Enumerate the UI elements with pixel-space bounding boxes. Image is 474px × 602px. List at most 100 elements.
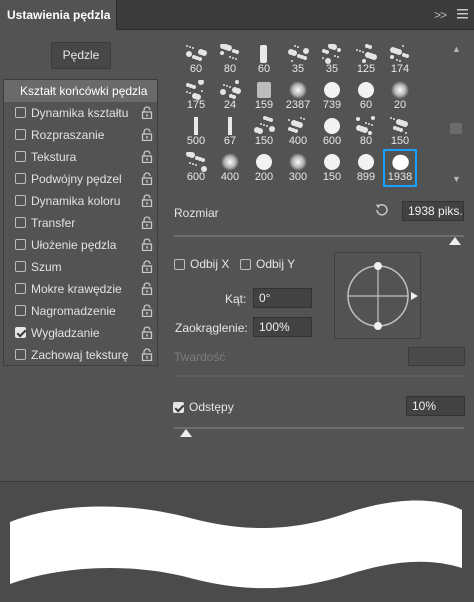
hardness-slider-track <box>174 375 464 377</box>
brush-size-label: 60 <box>257 63 271 75</box>
option-checkbox[interactable] <box>15 107 26 118</box>
option-checkbox[interactable] <box>15 151 26 162</box>
lock-icon[interactable] <box>141 172 153 185</box>
scroll-thumb[interactable] <box>450 123 462 134</box>
option-item[interactable]: Podwójny pędzel <box>4 168 157 190</box>
flip-y-checkbox[interactable] <box>240 259 251 270</box>
brush-preset[interactable]: 1938 <box>383 149 417 187</box>
option-checkbox[interactable] <box>15 283 26 294</box>
spacing-checkbox[interactable] <box>173 402 184 413</box>
brush-preset[interactable]: 2387 <box>282 78 314 114</box>
brush-preset[interactable]: 150 <box>316 150 348 186</box>
option-item[interactable]: Zachowaj teksturę <box>4 344 157 366</box>
brushes-button[interactable]: Pędzle <box>51 42 111 69</box>
option-checkbox[interactable] <box>15 305 26 316</box>
brush-preset[interactable]: 35 <box>316 42 348 78</box>
option-item[interactable]: Nagromadzenie <box>4 300 157 322</box>
option-item[interactable]: Transfer <box>4 212 157 234</box>
option-brush-tip-shape[interactable]: Kształt końcówki pędzla <box>4 80 157 102</box>
size-slider-handle[interactable] <box>449 237 462 245</box>
brush-preset[interactable]: 60 <box>180 42 212 78</box>
option-item[interactable]: Tekstura <box>4 146 157 168</box>
brush-tip-icon <box>251 116 277 136</box>
roundness-label: Zaokrąglenie: <box>175 321 248 335</box>
option-item[interactable]: Wygładzanie <box>4 322 157 344</box>
flip-x-checkbox[interactable] <box>174 259 185 270</box>
brush-preset[interactable]: 400 <box>282 114 314 150</box>
brush-preset[interactable]: 899 <box>350 150 382 186</box>
option-item[interactable]: Ułożenie pędzla <box>4 234 157 256</box>
brush-preset[interactable]: 500 <box>180 114 212 150</box>
brush-preset[interactable]: 67 <box>214 114 246 150</box>
brush-preset[interactable]: 600 <box>316 114 348 150</box>
lock-icon[interactable] <box>141 128 153 141</box>
lock-icon[interactable] <box>141 348 153 361</box>
size-slider-track[interactable] <box>174 235 464 237</box>
lock-icon[interactable] <box>141 194 153 207</box>
brush-preset[interactable]: 35 <box>282 42 314 78</box>
brush-preset[interactable]: 60 <box>248 42 280 78</box>
angle-roundness-widget[interactable] <box>334 252 421 339</box>
spacing-slider-handle[interactable] <box>179 429 192 437</box>
lock-icon[interactable] <box>141 150 153 163</box>
brush-preset[interactable]: 80 <box>350 114 382 150</box>
roundness-field[interactable]: 100% <box>253 317 312 337</box>
brush-preset[interactable]: 175 <box>180 78 212 114</box>
tab-brush-settings[interactable]: Ustawienia pędzla <box>0 0 117 30</box>
option-item[interactable]: Rozpraszanie <box>4 124 157 146</box>
lock-icon[interactable] <box>141 326 153 339</box>
brush-preset[interactable]: 400 <box>214 150 246 186</box>
scroll-up-icon[interactable]: ▲ <box>452 44 461 54</box>
reset-size-icon[interactable] <box>373 201 391 219</box>
option-checkbox[interactable] <box>15 173 26 184</box>
brush-size-label: 80 <box>359 135 373 147</box>
brush-size-label: 24 <box>223 99 237 111</box>
brush-preset[interactable]: 24 <box>214 78 246 114</box>
size-field[interactable]: 1938 piks. <box>402 201 464 221</box>
brush-tip-icon <box>387 44 413 64</box>
lock-icon[interactable] <box>141 282 153 295</box>
option-item[interactable]: Dynamika kształtu <box>4 102 157 124</box>
panel-menu-icon[interactable] <box>457 8 468 22</box>
angle-field[interactable]: 0° <box>253 288 312 308</box>
brush-size-label: 500 <box>186 135 206 147</box>
brush-size-label: 150 <box>322 171 342 183</box>
lock-icon[interactable] <box>141 238 153 251</box>
lock-icon[interactable] <box>141 260 153 273</box>
lock-icon[interactable] <box>141 106 153 119</box>
brush-tip-icon <box>251 152 277 172</box>
brush-preset[interactable]: 174 <box>384 42 416 78</box>
collapse-panel-icon[interactable]: >> <box>434 8 447 22</box>
option-label: Nagromadzenie <box>31 304 116 318</box>
option-checkbox[interactable] <box>15 129 26 140</box>
option-checkbox[interactable] <box>15 349 26 360</box>
lock-icon[interactable] <box>141 304 153 317</box>
option-item[interactable]: Dynamika koloru <box>4 190 157 212</box>
brush-preset[interactable]: 80 <box>214 42 246 78</box>
option-item[interactable]: Mokre krawędzie <box>4 278 157 300</box>
brush-tip-icon <box>285 116 311 136</box>
option-checkbox[interactable] <box>15 239 26 250</box>
brush-preset[interactable]: 20 <box>384 78 416 114</box>
brush-preset[interactable]: 200 <box>248 150 280 186</box>
lock-icon[interactable] <box>141 216 153 229</box>
option-checkbox[interactable] <box>15 327 26 338</box>
option-checkbox[interactable] <box>15 195 26 206</box>
option-item[interactable]: Szum <box>4 256 157 278</box>
brush-preset[interactable]: 60 <box>350 78 382 114</box>
brush-preset[interactable]: 300 <box>282 150 314 186</box>
brush-preset[interactable]: 159 <box>248 78 280 114</box>
spacing-slider-track[interactable] <box>174 427 464 429</box>
brush-tip-icon <box>387 80 413 100</box>
brush-preset[interactable]: 600 <box>180 150 212 186</box>
spacing-field[interactable]: 10% <box>406 396 465 416</box>
brush-tip-icon <box>183 151 209 172</box>
option-checkbox[interactable] <box>15 261 26 272</box>
scroll-down-icon[interactable]: ▼ <box>452 174 461 184</box>
brush-preset[interactable]: 125 <box>350 42 382 78</box>
brush-preset[interactable]: 739 <box>316 78 348 114</box>
brush-preset[interactable]: 150 <box>248 114 280 150</box>
brush-preset[interactable]: 150 <box>384 114 416 150</box>
presets-scrollbar[interactable]: ▲ ▼ <box>448 42 464 190</box>
option-checkbox[interactable] <box>15 217 26 228</box>
